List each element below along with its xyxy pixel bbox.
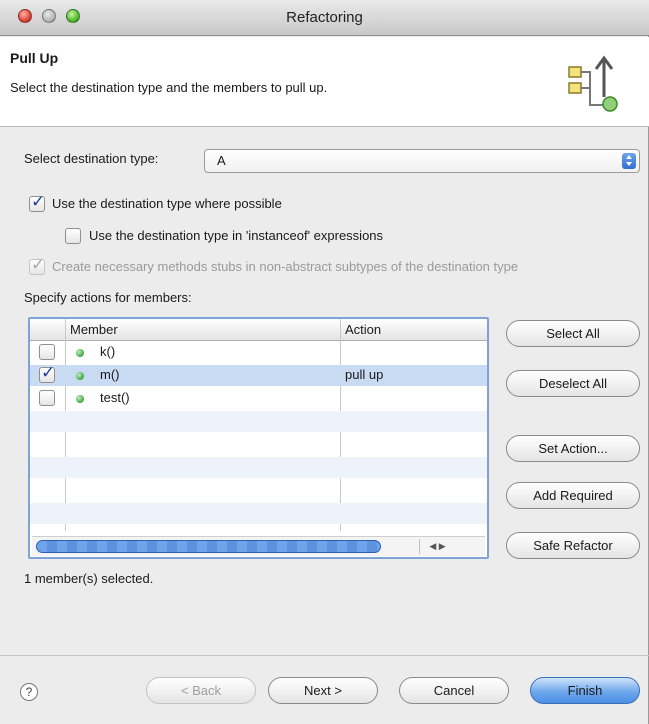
destination-type-label: Select destination type: bbox=[24, 151, 159, 166]
use-destination-checkbox[interactable] bbox=[29, 192, 45, 212]
member-checkbox[interactable] bbox=[39, 363, 55, 383]
instanceof-label: Use the destination type in 'instanceof'… bbox=[89, 228, 384, 243]
horizontal-scrollbar[interactable]: ◀ ▶ bbox=[32, 536, 485, 556]
public-method-icon bbox=[76, 349, 84, 357]
table-row[interactable]: k() bbox=[30, 342, 487, 363]
members-table-header: Member Action bbox=[30, 319, 487, 341]
add-required-button[interactable]: Add Required bbox=[506, 482, 640, 509]
members-table[interactable]: Member Action k() m() pull up test() bbox=[28, 317, 489, 559]
wizard-description: Select the destination type and the memb… bbox=[10, 80, 328, 95]
member-checkbox[interactable] bbox=[39, 390, 55, 406]
finish-button[interactable]: Finish bbox=[530, 677, 640, 704]
header-banner: Pull Up Select the destination type and … bbox=[0, 37, 649, 127]
member-name: k() bbox=[100, 344, 116, 359]
safe-refactor-button[interactable]: Safe Refactor bbox=[506, 532, 640, 559]
window-title: Refactoring bbox=[286, 9, 363, 26]
set-action-button[interactable]: Set Action... bbox=[506, 435, 640, 462]
table-row[interactable]: m() pull up bbox=[30, 363, 487, 386]
instanceof-checkbox[interactable] bbox=[65, 228, 81, 244]
create-stubs-checkbox bbox=[29, 255, 45, 275]
table-row[interactable]: test() bbox=[30, 388, 487, 409]
pull-up-icon bbox=[568, 55, 618, 112]
footer-divider bbox=[0, 655, 649, 656]
selection-status: 1 member(s) selected. bbox=[24, 571, 154, 586]
empty-row bbox=[30, 411, 487, 432]
use-destination-label: Use the destination type where possible bbox=[52, 196, 282, 211]
destination-type-value: A bbox=[217, 153, 226, 168]
create-stubs-label: Create necessary methods stubs in non-ab… bbox=[52, 259, 519, 274]
empty-row bbox=[30, 503, 487, 524]
cancel-button[interactable]: Cancel bbox=[399, 677, 509, 704]
public-method-icon bbox=[76, 372, 84, 380]
empty-row bbox=[30, 480, 487, 501]
empty-row bbox=[30, 457, 487, 478]
deselect-all-button[interactable]: Deselect All bbox=[506, 370, 640, 397]
member-name: test() bbox=[100, 390, 130, 405]
title-bar[interactable]: Refactoring bbox=[0, 0, 649, 36]
select-arrows-icon bbox=[622, 153, 636, 169]
scrollbar-thumb[interactable] bbox=[36, 540, 381, 553]
members-section-label: Specify actions for members: bbox=[24, 290, 192, 305]
member-action[interactable]: pull up bbox=[345, 367, 383, 382]
member-checkbox[interactable] bbox=[39, 344, 55, 360]
refactoring-dialog: Refactoring Pull Up Select the destinati… bbox=[0, 0, 649, 724]
scroll-arrows-icon[interactable]: ◀ ▶ bbox=[419, 539, 455, 554]
next-button[interactable]: Next > bbox=[268, 677, 378, 704]
member-name: m() bbox=[100, 367, 120, 382]
public-method-icon bbox=[76, 395, 84, 403]
help-icon[interactable]: ? bbox=[20, 683, 38, 701]
back-button: < Back bbox=[146, 677, 256, 704]
member-column-header[interactable]: Member bbox=[70, 322, 118, 337]
action-column-header[interactable]: Action bbox=[345, 322, 381, 337]
empty-row bbox=[30, 434, 487, 455]
wizard-title: Pull Up bbox=[10, 50, 59, 66]
destination-type-select[interactable]: A bbox=[204, 149, 640, 173]
select-all-button[interactable]: Select All bbox=[506, 320, 640, 347]
